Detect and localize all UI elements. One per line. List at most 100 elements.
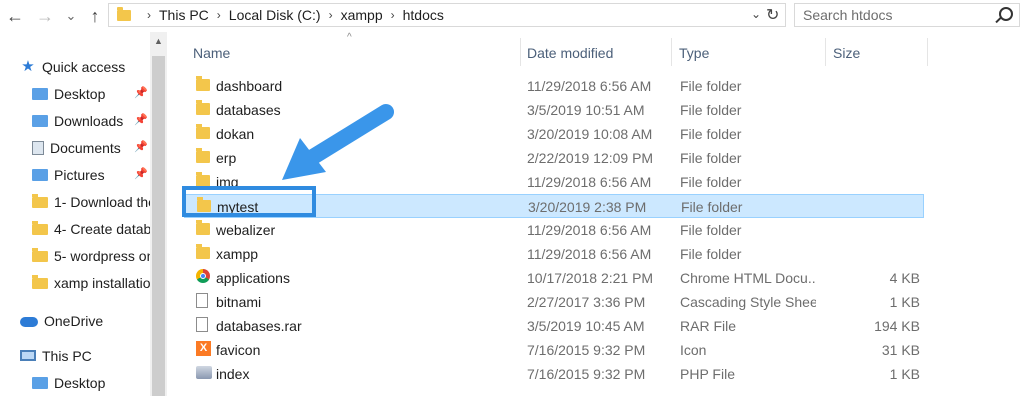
list-item[interactable]: databases.rar 3/5/2019 10:45 AM RAR File… — [184, 314, 924, 338]
breadcrumb-separator-icon: › — [328, 8, 333, 22]
list-item[interactable]: xampp 11/29/2018 6:56 AM File folder — [184, 242, 924, 266]
sidebar-item-label: Documents — [50, 139, 121, 156]
list-item[interactable]: applications 10/17/2018 2:21 PM Chrome H… — [184, 266, 924, 290]
downloads-folder-icon — [32, 114, 48, 127]
file-size: 4 KB — [889, 270, 920, 286]
sidebar-item-this-pc[interactable]: This PC — [20, 342, 92, 369]
sidebar-item-label: Desktop — [54, 85, 106, 102]
column-header-type[interactable]: Type — [679, 42, 709, 64]
breadcrumb-htdocs[interactable]: htdocs — [403, 7, 444, 23]
file-date: 7/16/2015 9:32 PM — [527, 366, 646, 382]
rar-file-icon — [196, 317, 208, 332]
file-date: 11/29/2018 6:56 AM — [527, 174, 652, 190]
file-date: 3/5/2019 10:51 AM — [527, 102, 645, 118]
breadcrumb-this-pc[interactable]: This PC — [159, 7, 209, 23]
sidebar-item-quick-access[interactable]: ★ Quick access — [20, 53, 125, 80]
sidebar-item-pictures[interactable]: Pictures — [32, 161, 105, 188]
php-file-icon — [196, 366, 212, 379]
folder-icon — [196, 244, 210, 259]
sidebar-item-label: 5- wordpress on — [54, 247, 150, 264]
scrollbar-thumb[interactable] — [152, 56, 165, 396]
column-divider[interactable] — [671, 38, 672, 66]
list-item[interactable]: X favicon 7/16/2015 9:32 PM Icon 31 KB — [184, 338, 924, 362]
column-divider[interactable] — [825, 38, 826, 66]
file-size: 1 KB — [889, 294, 920, 310]
file-date: 7/16/2015 9:32 PM — [527, 342, 646, 358]
file-date: 3/20/2019 10:08 AM — [527, 126, 653, 142]
column-divider[interactable] — [520, 38, 521, 66]
column-header-date[interactable]: Date modified — [527, 42, 613, 64]
search-icon[interactable] — [999, 7, 1013, 21]
this-pc-icon — [20, 350, 36, 361]
path-breadcrumb[interactable]: › This PC › Local Disk (C:) › xampp › ht… — [108, 3, 786, 27]
pin-icon[interactable]: 📌 — [134, 140, 148, 153]
file-type: File folder — [680, 78, 742, 94]
sidebar-item-label: 4- Create databa — [54, 220, 150, 237]
forward-arrow-icon[interactable]: → — [34, 5, 56, 27]
file-name: dokan — [216, 126, 255, 142]
sidebar-item-downloads[interactable]: Downloads — [32, 107, 123, 134]
highlight-box — [182, 186, 316, 217]
list-item[interactable]: dashboard 11/29/2018 6:56 AM File folder — [184, 74, 924, 98]
sidebar-item-label: Quick access — [42, 58, 126, 75]
sidebar-item-desktop-pc[interactable]: Desktop — [32, 369, 105, 396]
sidebar-item-xamp-installation[interactable]: xamp installation — [32, 269, 150, 296]
sidebar-item-onedrive[interactable]: OneDrive — [20, 307, 103, 334]
path-dropdown-icon[interactable]: ⌄ — [751, 7, 761, 21]
column-header-size[interactable]: Size — [833, 42, 860, 64]
onedrive-icon — [20, 317, 38, 327]
file-type: PHP File — [680, 366, 735, 382]
file-name: xampp — [216, 246, 259, 262]
sidebar-item-wordpress-on[interactable]: 5- wordpress on — [32, 242, 150, 269]
file-type: File folder — [680, 126, 742, 142]
folder-icon — [117, 6, 131, 21]
file-name: index — [216, 366, 250, 382]
file-type: Icon — [680, 342, 707, 358]
pictures-folder-icon — [32, 168, 48, 181]
sidebar-item-label: Desktop — [54, 374, 106, 391]
pin-icon[interactable]: 📌 — [134, 167, 148, 180]
file-date: 2/22/2019 12:09 PM — [527, 150, 654, 166]
up-arrow-icon[interactable]: ↑ — [84, 5, 106, 27]
file-name: applications — [216, 270, 290, 286]
breadcrumb-xampp[interactable]: xampp — [341, 7, 383, 23]
address-bar: ← → ⌄ ↑ › This PC › Local Disk (C:) › xa… — [0, 0, 1024, 32]
sidebar-item-download-the[interactable]: 1- Download the — [32, 188, 150, 215]
recent-locations-chevron-icon[interactable]: ⌄ — [60, 5, 82, 27]
sort-ascending-icon: ^ — [347, 32, 352, 43]
sidebar-item-label: OneDrive — [44, 312, 104, 329]
desktop-folder-icon — [32, 376, 48, 389]
sidebar-item-create-database[interactable]: 4- Create databa — [32, 215, 150, 242]
sidebar-item-label: Pictures — [54, 166, 105, 183]
refresh-icon[interactable]: ↻ — [766, 5, 779, 25]
file-size: 194 KB — [874, 318, 920, 334]
column-divider[interactable] — [927, 38, 928, 66]
back-arrow-icon[interactable]: ← — [4, 5, 26, 27]
sidebar-item-documents[interactable]: Documents — [32, 134, 121, 161]
breadcrumb-separator-icon: › — [147, 8, 151, 22]
list-item[interactable]: webalizer 11/29/2018 6:56 AM File folder — [184, 218, 924, 242]
file-date: 3/5/2019 10:45 AM — [527, 318, 645, 334]
list-item[interactable]: bitnami 2/27/2017 3:36 PM Cascading Styl… — [184, 290, 924, 314]
css-file-icon — [196, 293, 208, 308]
folder-icon — [196, 100, 210, 115]
file-date: 3/20/2019 2:38 PM — [528, 199, 647, 215]
pin-icon[interactable]: 📌 — [134, 86, 148, 99]
file-name: databases.rar — [216, 318, 302, 334]
folder-icon — [196, 76, 210, 91]
breadcrumb-local-disk[interactable]: Local Disk (C:) — [229, 7, 321, 23]
documents-icon — [32, 140, 44, 155]
breadcrumb-separator-icon: › — [390, 8, 395, 22]
xampp-icon: X — [196, 341, 211, 356]
file-type: File folder — [681, 199, 743, 215]
list-item[interactable]: index 7/16/2015 9:32 PM PHP File 1 KB — [184, 362, 924, 386]
sidebar-item-desktop[interactable]: Desktop — [32, 80, 105, 107]
file-date: 11/29/2018 6:56 AM — [527, 246, 652, 262]
pointer-arrow-icon — [282, 104, 394, 180]
sidebar-scrollbar[interactable]: ▲ — [150, 32, 167, 396]
column-header-name[interactable]: Name — [193, 42, 230, 64]
search-input[interactable]: Search htdocs — [794, 3, 1020, 27]
pin-icon[interactable]: 📌 — [134, 113, 148, 126]
file-name: favicon — [216, 342, 261, 358]
scroll-up-icon[interactable]: ▲ — [154, 36, 163, 46]
